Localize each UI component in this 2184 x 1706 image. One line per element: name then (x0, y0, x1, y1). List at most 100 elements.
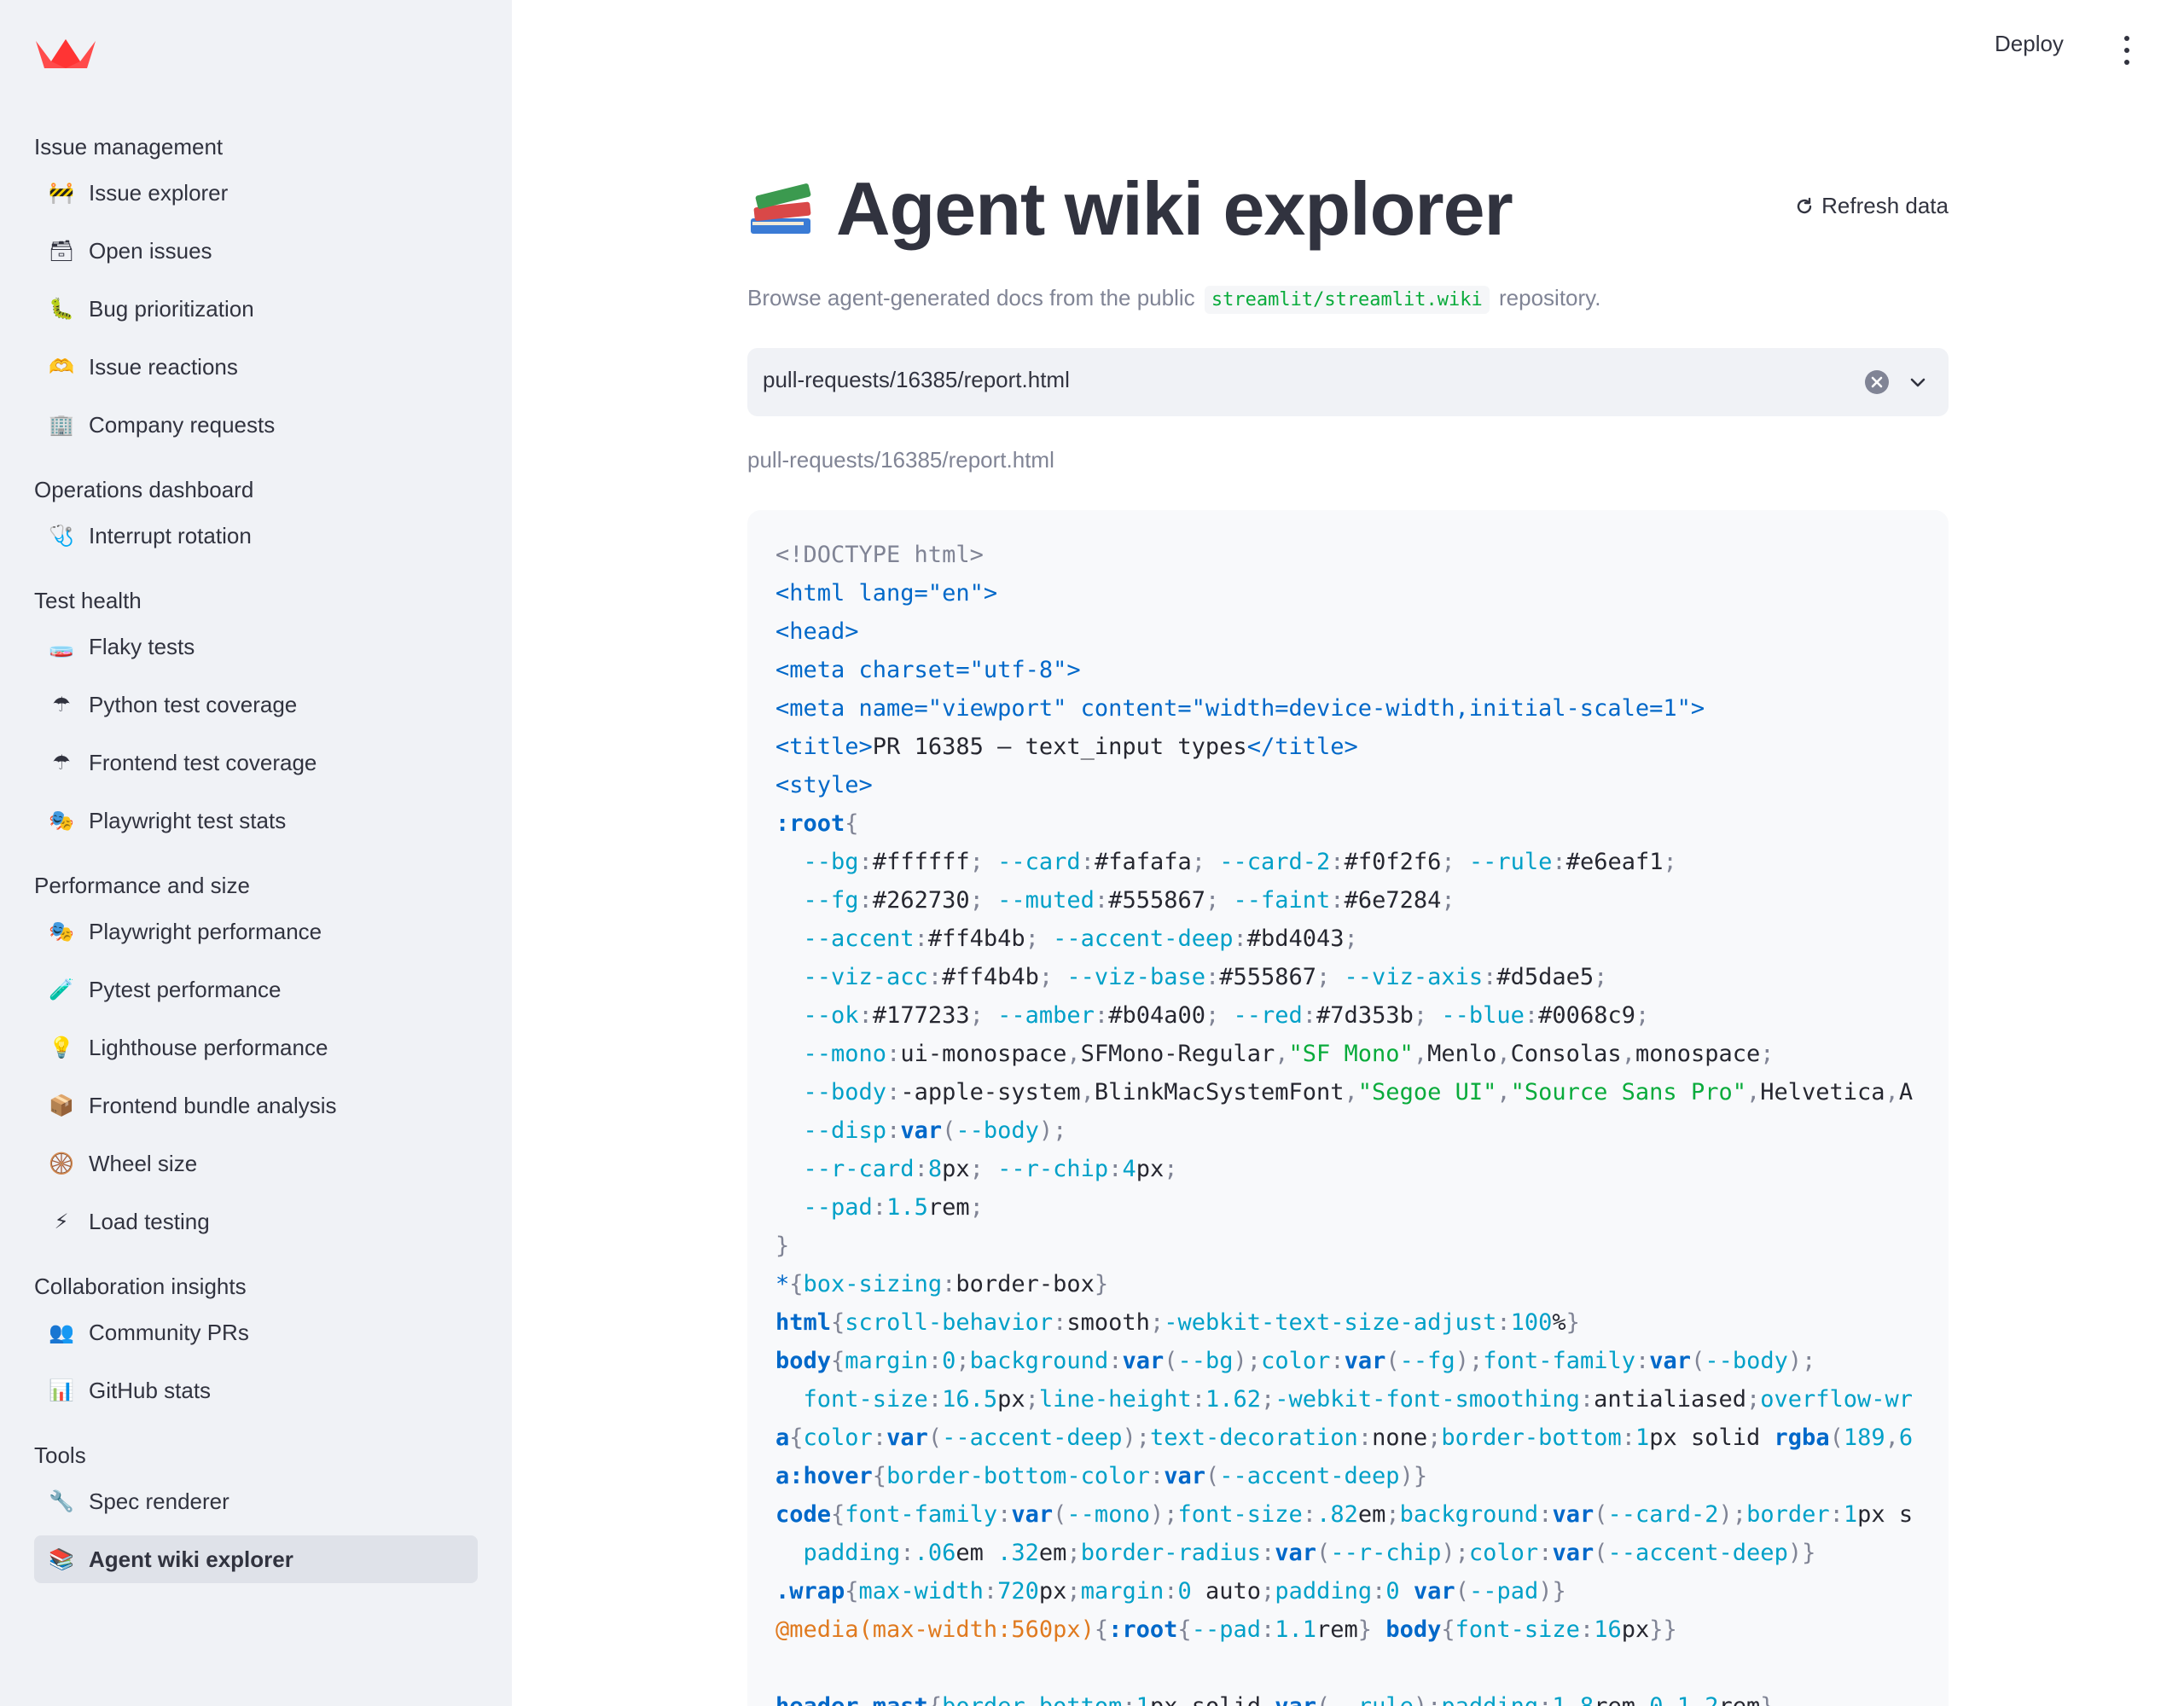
code-token: --accent-deep (1053, 926, 1234, 952)
code-token: <style> (775, 772, 873, 798)
code-token: overflow-wr (1760, 1386, 1914, 1413)
code-token: border-bottom (942, 1693, 1122, 1706)
code-token: ; (1760, 1041, 1774, 1067)
sidebar-item[interactable]: 🏢 Company requests (34, 401, 478, 449)
code-token: : (1330, 1348, 1345, 1374)
code-token: color (1261, 1348, 1331, 1374)
sidebar-item-label: Pytest performance (89, 976, 282, 1002)
sidebar-item[interactable]: 🛞 Wheel size (34, 1140, 478, 1187)
code-token: px (997, 1386, 1025, 1413)
streamlit-logo[interactable] (34, 36, 97, 70)
sidebar-item[interactable]: 📦 Frontend bundle analysis (34, 1082, 478, 1129)
sidebar-item[interactable]: ☂ Python test coverage (34, 681, 478, 728)
code-token: ; (1385, 1501, 1400, 1528)
code-token: ; (1025, 926, 1054, 952)
code-token: line-height (1038, 1386, 1192, 1413)
code-token: -webkit-font-smoothing (1275, 1386, 1580, 1413)
code-token: ; (1025, 1386, 1039, 1413)
sidebar-item[interactable]: 🩺 Interrupt rotation (34, 512, 478, 560)
code-token: : (1829, 1501, 1844, 1528)
bar-chart-icon: 📊 (49, 1378, 74, 1402)
code-token: { (1441, 1616, 1455, 1643)
chevron-down-icon[interactable] (1908, 372, 1928, 392)
code-line: padding:.06em .32em;border-radius:var(--… (775, 1534, 1949, 1572)
nav-section-header: Tools (34, 1442, 86, 1468)
code-token: 0 1.2 (1649, 1693, 1718, 1706)
code-token: :root (775, 810, 845, 837)
sidebar-item-label: Python test coverage (89, 691, 298, 717)
code-token: 1 (1635, 1425, 1650, 1451)
sidebar-item[interactable]: 🫶 Issue reactions (34, 343, 478, 391)
code-token: ( (1594, 1501, 1608, 1528)
code-token: -apple-system (900, 1079, 1081, 1105)
code-token: } (1357, 1616, 1386, 1643)
code-token: 16.5 (942, 1386, 998, 1413)
code-token: 1.5 (886, 1194, 928, 1221)
code-token: } (1760, 1693, 1774, 1706)
sidebar-item[interactable]: 👥 Community PRs (34, 1309, 478, 1356)
sidebar-item[interactable]: 💡 Lighthouse performance (34, 1024, 478, 1071)
code-token: : (1538, 1693, 1552, 1706)
sidebar-item-label: Lighthouse performance (89, 1034, 328, 1060)
code-token: var (1649, 1348, 1692, 1374)
sidebar-item[interactable]: 🎭 Playwright test stats (34, 797, 478, 844)
code-token: Menlo (1427, 1041, 1497, 1067)
refresh-data-button[interactable]: Refresh data (1794, 193, 1949, 219)
sidebar-item[interactable]: 🔧 Spec renderer (34, 1477, 478, 1525)
sidebar-item[interactable]: 🗃 Open issues (34, 227, 478, 275)
code-token: background (1399, 1501, 1539, 1528)
sidebar-item[interactable]: 🧫 Flaky tests (34, 623, 478, 670)
code-token: "Source Sans Pro" (1510, 1079, 1746, 1105)
main-menu-icon[interactable] (2120, 36, 2134, 65)
code-token: ; (1427, 1425, 1442, 1451)
umbrella-icon: ☂ (52, 693, 71, 717)
card-file-icon: 🗃 (48, 239, 75, 263)
sidebar-item-label: GitHub stats (89, 1377, 212, 1403)
sidebar-item[interactable]: ⚡ Load testing (34, 1198, 478, 1245)
code-token: rem (1719, 1693, 1761, 1706)
deploy-button[interactable]: Deploy (1995, 31, 2064, 57)
code-token: em (956, 1540, 998, 1566)
code-token: : (886, 1117, 901, 1144)
sidebar-item[interactable]: 🎭 Playwright performance (34, 908, 478, 955)
code-token: <html lang="en"> (775, 580, 998, 606)
code-token: : (886, 1041, 901, 1067)
code-token: { (789, 1271, 804, 1297)
file-selectbox[interactable]: pull-requests/16385/report.html (747, 348, 1949, 416)
code-token: padding (1441, 1693, 1538, 1706)
code-token: : (1483, 964, 1497, 990)
sidebar-item-label: Playwright test stats (89, 807, 287, 833)
sidebar-item-label: Playwright performance (89, 918, 322, 944)
code-token: : (872, 1194, 887, 1221)
code-token: : (872, 1425, 887, 1451)
code-line: <meta name="viewport" content="width=dev… (775, 689, 1949, 728)
code-content: <!DOCTYPE html> <html lang="en"> <head> <me… (775, 536, 1949, 1706)
code-line: :root{ (775, 804, 1949, 843)
sidebar-item[interactable]: 🧪 Pytest performance (34, 966, 478, 1013)
code-token: A (1898, 1079, 1914, 1105)
code-token: : (1233, 926, 1247, 952)
code-token: : (1122, 1693, 1136, 1706)
code-token: font-size (803, 1386, 928, 1413)
code-token: : (927, 964, 943, 990)
code-token: --red (1233, 1002, 1303, 1029)
code-token: --blue (1441, 1002, 1525, 1029)
nav-section: Tools 🔧 Spec renderer 📚 Agent wiki explorer (34, 1436, 478, 1583)
code-token: ( (1164, 1348, 1178, 1374)
clear-selection-icon[interactable] (1865, 370, 1889, 394)
sidebar-item[interactable]: 🚧 Issue explorer (34, 169, 478, 217)
code-token: em (1357, 1501, 1386, 1528)
sidebar-item[interactable]: 📚 Agent wiki explorer (34, 1535, 478, 1583)
code-token: : (914, 926, 928, 952)
code-token: Consolas (1510, 1041, 1622, 1067)
sidebar-item[interactable]: ☂ Frontend test coverage (34, 739, 478, 786)
sidebar-item[interactable]: 📊 GitHub stats (34, 1367, 478, 1414)
sidebar-item[interactable]: 🐛 Bug prioritization (34, 285, 478, 333)
code-token: 16 (1594, 1616, 1622, 1643)
code-token: --bg (1177, 1348, 1234, 1374)
wheel-icon: 🛞 (49, 1152, 74, 1175)
code-token: ; (1413, 1002, 1442, 1029)
code-token: 1.62 (1205, 1386, 1262, 1413)
code-token: : (1524, 1002, 1539, 1029)
code-token: --viz-axis (1344, 964, 1484, 990)
